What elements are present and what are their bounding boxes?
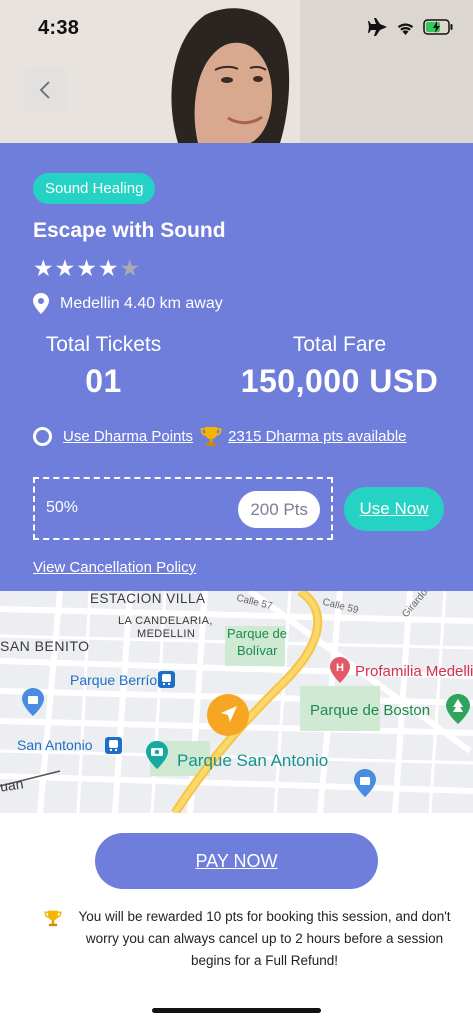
dharma-points-available[interactable]: 2315 Dharma pts available bbox=[228, 428, 406, 445]
status-bar: 4:38 bbox=[0, 0, 473, 58]
points-redeem-box: 50% 200 Pts bbox=[33, 477, 333, 540]
airplane-icon bbox=[368, 18, 387, 36]
total-fare: Total Fare 150,000 USD bbox=[232, 333, 447, 400]
map-label: Bolívar bbox=[237, 643, 278, 658]
star-empty-icon: ★ bbox=[119, 256, 141, 282]
map-label: Parque San Antonio bbox=[177, 751, 329, 770]
star-icon: ★ bbox=[76, 256, 97, 282]
metro-station-icon bbox=[158, 671, 175, 688]
battery-icon bbox=[423, 19, 453, 35]
location-row: Medellin 4.40 km away bbox=[33, 293, 223, 314]
wifi-icon bbox=[397, 23, 414, 35]
total-fare-label: Total Fare bbox=[292, 333, 387, 356]
use-dharma-points-link[interactable]: Use Dharma Points bbox=[63, 428, 193, 445]
map-label: Parque de bbox=[227, 626, 287, 641]
chevron-left-icon bbox=[39, 81, 50, 99]
map-label: SAN BENITO bbox=[0, 638, 90, 654]
cancellation-policy-link[interactable]: View Cancellation Policy bbox=[33, 559, 196, 576]
rating-stars: ★ ★ ★ ★ ★ bbox=[33, 257, 140, 281]
map-label: LA CANDELARIA, bbox=[118, 615, 213, 627]
svg-text:H: H bbox=[336, 662, 344, 674]
trophy-icon bbox=[44, 910, 62, 927]
map-label: Parque Berrío bbox=[70, 672, 158, 688]
location-map[interactable]: ESTACION VILLA Calle 57 Calle 59 Girardo… bbox=[0, 591, 473, 813]
star-icon: ★ bbox=[97, 256, 119, 282]
star-icon: ★ bbox=[33, 256, 54, 282]
trophy-icon bbox=[200, 427, 222, 446]
star-icon: ★ bbox=[54, 256, 76, 282]
use-now-button[interactable]: Use Now bbox=[344, 487, 444, 531]
total-fare-value: 150,000 USD bbox=[240, 363, 439, 399]
map-label: Parque de Boston bbox=[310, 702, 431, 719]
use-points-radio[interactable] bbox=[33, 426, 52, 446]
current-location-marker-icon bbox=[207, 694, 249, 736]
map-label: uan bbox=[0, 775, 25, 795]
points-amount-pill[interactable]: 200 Pts bbox=[238, 491, 320, 528]
park-pin-icon bbox=[446, 694, 470, 724]
status-icons bbox=[368, 18, 453, 36]
points-percent: 50% bbox=[46, 499, 79, 516]
status-time: 4:38 bbox=[38, 17, 80, 39]
hero-image-area: 4:38 bbox=[0, 0, 473, 143]
dharma-points-row: Use Dharma Points 2315 Dharma pts availa… bbox=[33, 425, 407, 447]
map-label: ESTACION VILLA bbox=[90, 591, 206, 606]
event-details-panel: Sound Healing Escape with Sound ★ ★ ★ ★ … bbox=[0, 143, 473, 591]
back-button[interactable] bbox=[23, 68, 67, 112]
pay-now-button[interactable]: PAY NOW bbox=[95, 833, 378, 889]
total-tickets-value: 01 bbox=[85, 363, 122, 399]
total-tickets-label: Total Tickets bbox=[45, 333, 162, 356]
map-label: MEDELLIN bbox=[137, 628, 196, 640]
category-badge: Sound Healing bbox=[33, 173, 156, 204]
event-title: Escape with Sound bbox=[33, 219, 226, 242]
hospital-pin-icon: H bbox=[330, 657, 350, 683]
location-pin-icon bbox=[33, 293, 49, 314]
home-indicator bbox=[152, 1008, 321, 1013]
camera-pin-icon bbox=[146, 741, 168, 769]
map-label: San Antonio bbox=[17, 737, 93, 753]
metro-station-icon bbox=[105, 737, 122, 754]
total-tickets: Total Tickets 01 bbox=[36, 333, 171, 400]
reward-text: You will be rewarded 10 pts for booking … bbox=[78, 909, 451, 968]
location-text: Medellin 4.40 km away bbox=[60, 294, 223, 312]
map-label: Profamilia Medelli bbox=[355, 663, 473, 680]
shopping-pin-icon bbox=[354, 769, 376, 797]
shopping-pin-icon bbox=[22, 688, 44, 716]
